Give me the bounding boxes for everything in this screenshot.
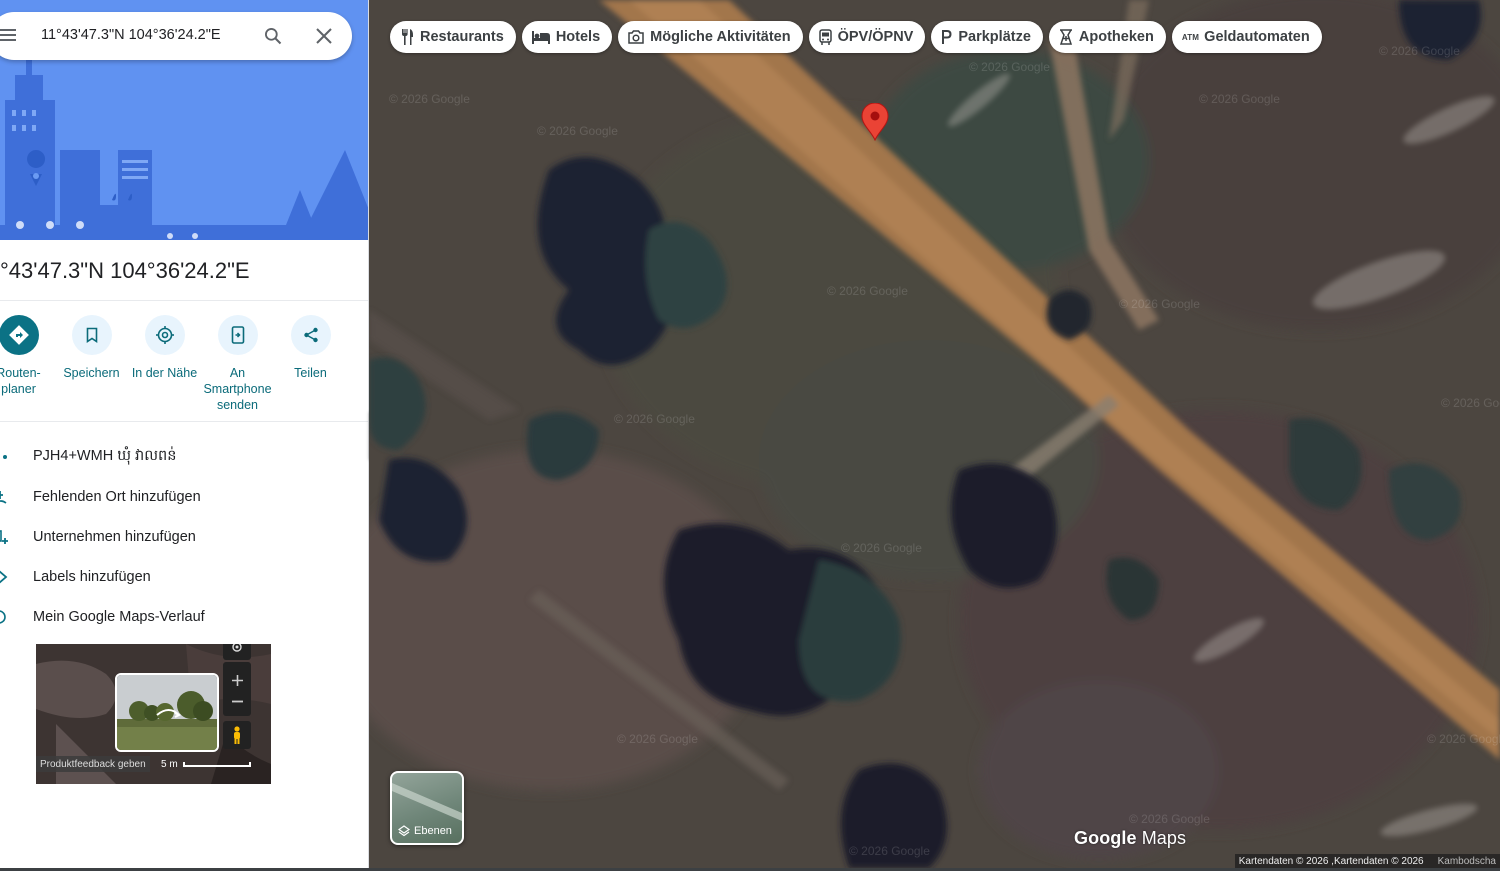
country-label: Kambodscha [1437, 855, 1496, 867]
scale-bar: 5 m [161, 759, 251, 770]
plus-code-row[interactable]: PJH4+WMH ឃុំ វាលពន់ [0, 437, 368, 477]
chip-hotels[interactable]: Hotels [521, 21, 613, 53]
pharmacy-icon [1059, 29, 1072, 45]
add-labels-row[interactable]: Labels hinzufügen [0, 557, 368, 597]
chip-activities-label: Mögliche Aktivitäten [650, 29, 791, 45]
add-missing-place-text: Fehlenden Ort hinzufügen [33, 489, 201, 505]
send-to-phone-icon [217, 315, 258, 355]
maps-history-text: Mein Google Maps-Verlauf [33, 609, 205, 625]
label-icon [0, 570, 8, 584]
chip-hotels-label: Hotels [555, 29, 601, 45]
add-business-text: Unternehmen hinzufügen [33, 529, 196, 545]
directions-label: Routen- planer [0, 366, 41, 396]
history-icon [0, 610, 6, 624]
save-label: Speichern [63, 366, 120, 380]
watermark: © 2026 Google [1129, 812, 1210, 826]
chip-pharmacies-label: Apotheken [1078, 29, 1154, 45]
watermark: © 2026 Google [1427, 732, 1500, 746]
scale-label: 5 m [161, 759, 178, 770]
add-labels-text: Labels hinzufügen [33, 569, 151, 585]
chip-transit[interactable]: ÖPV/ÖPNV [808, 21, 926, 53]
watermark: © 2026 Google [537, 124, 618, 138]
layers-label: Ebenen [414, 825, 452, 837]
attribution-text: Kartendaten © 2026 ,Kartendaten © 2026 [1238, 855, 1424, 867]
satellite-map[interactable]: © 2026 Google © 2026 Google © 2026 Googl… [369, 0, 1500, 868]
chip-parking[interactable]: Parkplätze [931, 21, 1043, 53]
watermark: © 2026 Google [849, 844, 930, 858]
directions-button[interactable]: Routen- planer [0, 315, 55, 397]
chip-pharmacies[interactable]: Apotheken [1048, 21, 1166, 53]
chip-activities[interactable]: Mögliche Aktivitäten [618, 21, 803, 53]
watermark: © 2026 Google [827, 284, 908, 298]
add-place-icon [0, 491, 7, 504]
watermark: © 2026 Google [617, 732, 698, 746]
street-view-thumbnail[interactable] [115, 673, 219, 752]
zoom-out-icon[interactable] [231, 700, 243, 703]
watermark: © 2026 Google [841, 541, 922, 555]
parking-icon [942, 30, 952, 44]
restaurant-icon [402, 29, 413, 45]
maps-history-row[interactable]: Mein Google Maps-Verlauf [0, 597, 368, 637]
search-box[interactable]: 11°43'47.3"N 104°36'24.2"E [0, 12, 352, 60]
side-panel: 11°43'47.3"N 104°36'24.2"E °43'47.3"N 10… [0, 0, 369, 868]
share-icon [290, 315, 331, 355]
chip-restaurants[interactable]: Restaurants [390, 21, 516, 53]
divider [0, 300, 368, 301]
share-label: Teilen [294, 366, 327, 380]
pegman-button[interactable] [223, 721, 251, 749]
google-maps-logo: Google Maps [1074, 828, 1187, 848]
place-title: °43'47.3"N 104°36'24.2"E [0, 258, 250, 283]
bookmark-icon [71, 315, 112, 355]
nearby-icon [144, 315, 185, 355]
search-icon[interactable] [263, 26, 283, 46]
watermark: © 2026 Google [1119, 297, 1200, 311]
plus-code-icon [3, 455, 7, 459]
chip-parking-label: Parkplätze [958, 29, 1031, 45]
watermark: © 2026 Google [389, 92, 470, 106]
layers-icon [398, 825, 410, 837]
hotel-icon [531, 31, 550, 44]
location-pin-icon[interactable] [861, 103, 889, 141]
add-business-row[interactable]: Unternehmen hinzufügen [0, 517, 368, 557]
watermark: © 2026 Google [1441, 396, 1500, 410]
chip-atms[interactable]: ATM Geldautomaten [1171, 21, 1322, 53]
zoom-in-icon[interactable] [231, 675, 243, 686]
transit-icon [818, 29, 832, 45]
product-feedback-link[interactable]: Produktfeedback geben [36, 756, 150, 772]
locate-icon [232, 644, 242, 652]
layers-preview-thumbnail [392, 783, 462, 821]
street-view-preview[interactable]: Produktfeedback geben 5 m [36, 644, 271, 784]
send-to-phone-button[interactable]: An Smartphone senden [201, 315, 274, 413]
camera-icon [628, 30, 644, 44]
divider [0, 421, 368, 422]
send-to-phone-label: An Smartphone senden [203, 366, 272, 412]
locate-button[interactable] [223, 644, 251, 660]
plus-code-text: PJH4+WMH ឃុំ វាលពន់ [33, 447, 177, 464]
atm-icon: ATM [1181, 32, 1200, 42]
close-icon[interactable] [316, 28, 332, 44]
add-business-icon [0, 530, 8, 544]
watermark: © 2026 Google [1199, 92, 1280, 106]
chip-atms-label: Geldautomaten [1204, 29, 1310, 45]
layers-label-group: Ebenen [398, 825, 452, 837]
chip-restaurants-label: Restaurants [420, 29, 504, 45]
menu-icon[interactable] [0, 28, 16, 42]
nearby-label: In der Nähe [131, 366, 198, 380]
watermark: © 2026 Google [1379, 44, 1460, 58]
layers-button[interactable]: Ebenen [390, 771, 464, 845]
category-chips: Restaurants Hotels Mögliche Aktivitäten … [390, 21, 1322, 53]
nearby-button[interactable]: In der Nähe [128, 315, 201, 381]
save-button[interactable]: Speichern [55, 315, 128, 381]
zoom-controls[interactable] [223, 662, 251, 716]
pegman-icon [234, 726, 240, 744]
share-button[interactable]: Teilen [274, 315, 347, 381]
map-attribution: Kartendaten © 2026 ,Kartendaten © 2026 K… [1234, 854, 1500, 868]
add-missing-place-row[interactable]: Fehlenden Ort hinzufügen [0, 477, 368, 517]
watermark: © 2026 Google [969, 60, 1050, 74]
watermark: © 2026 Google [614, 412, 695, 426]
search-input[interactable]: 11°43'47.3"N 104°36'24.2"E [41, 27, 221, 43]
directions-icon [0, 315, 39, 355]
chip-transit-label: ÖPV/ÖPNV [837, 29, 914, 45]
